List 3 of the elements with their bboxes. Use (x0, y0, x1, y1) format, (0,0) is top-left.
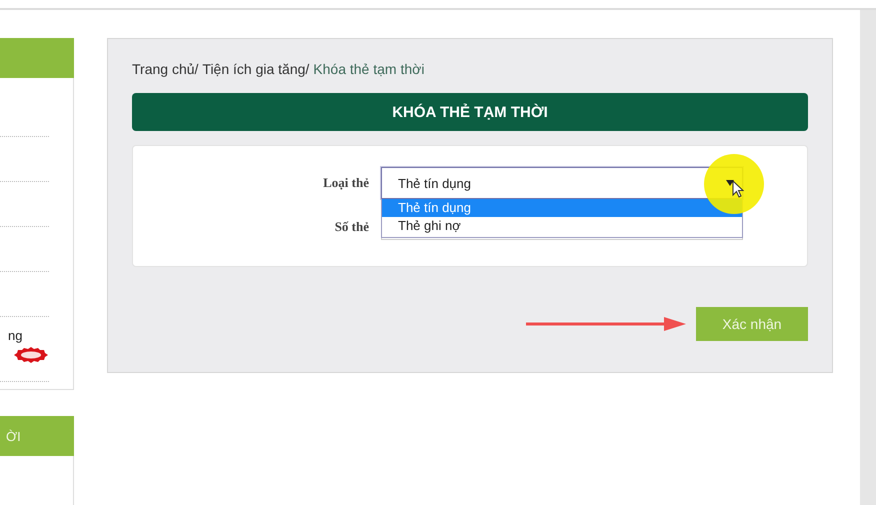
field-label: Số thẻ (334, 219, 369, 235)
field-label: Loại thẻ (322, 175, 369, 191)
page-title: KHÓA THẺ TẠM THỜI (132, 93, 808, 131)
